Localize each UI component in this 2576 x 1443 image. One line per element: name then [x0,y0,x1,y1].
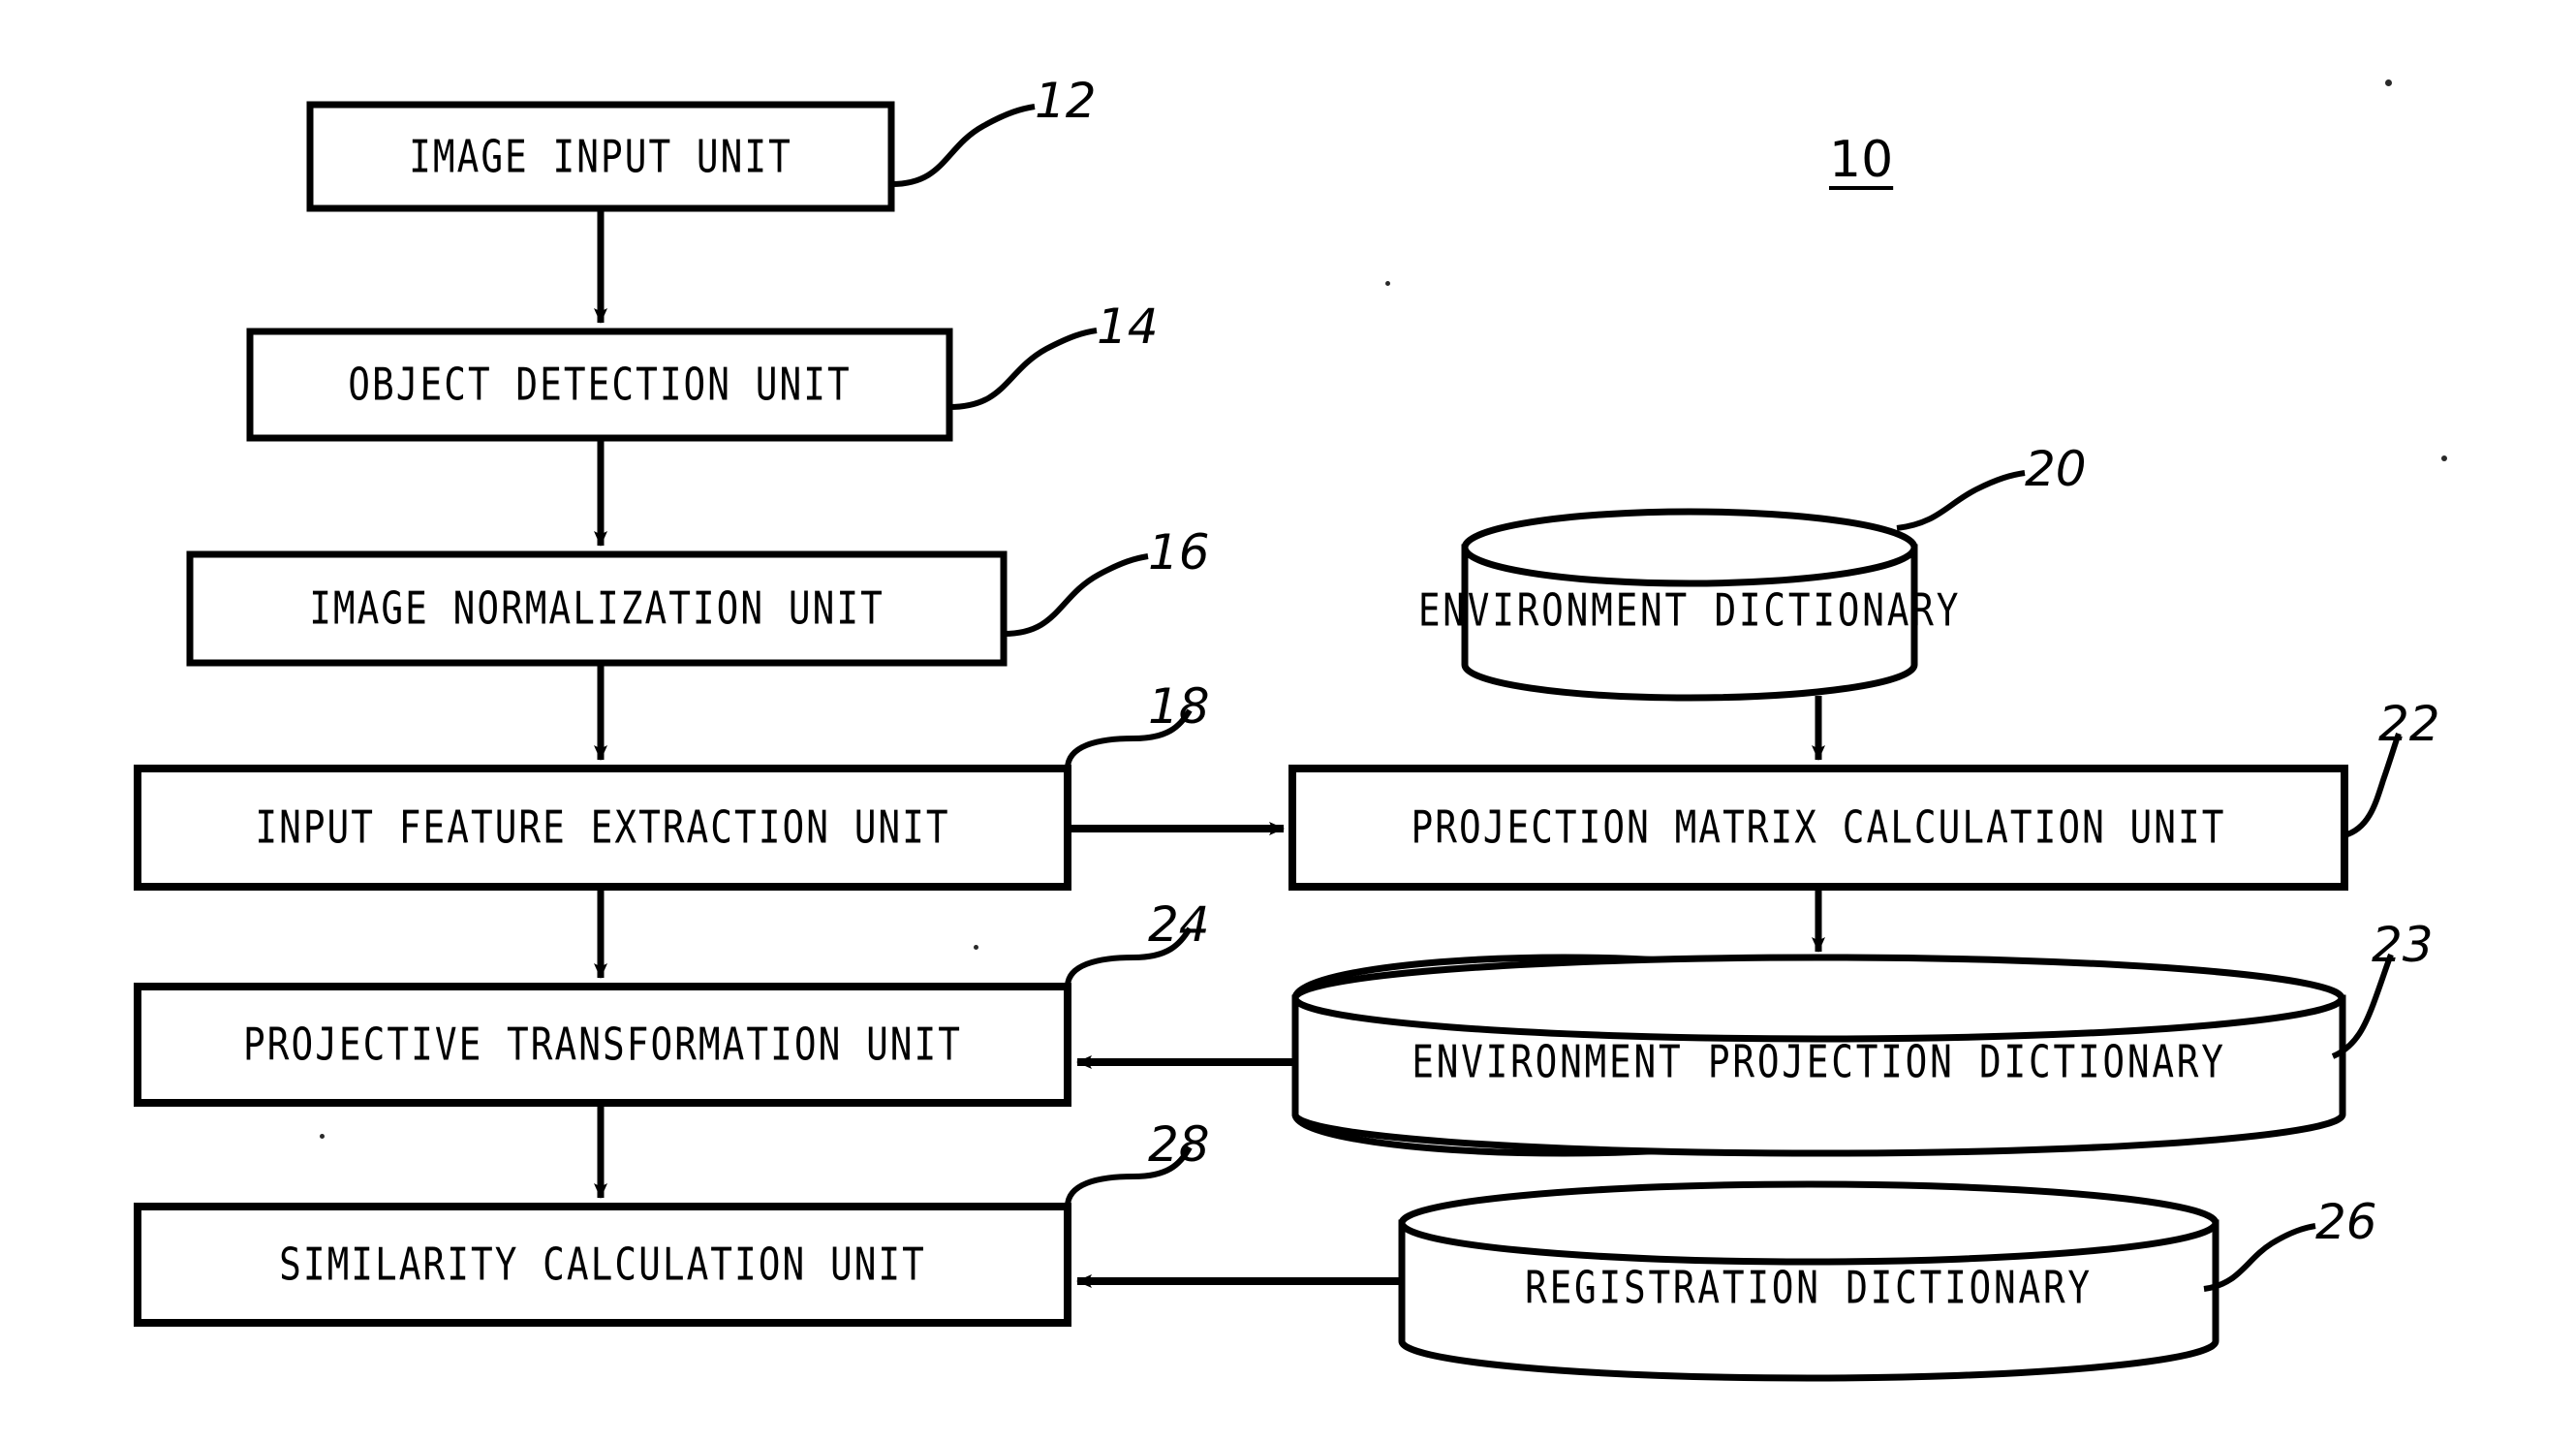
node-rect-projection-matrix-calculation-unit [1288,765,2348,891]
scan-speck [2441,455,2447,461]
node-cylinder-environment-dictionary [1461,508,1918,702]
reference-numeral-14: 14 [1097,298,1159,355]
leader-line-26 [2203,1223,2316,1292]
node-cylinder-environment-projection-dictionary [1291,954,2346,1157]
scan-speck [1385,281,1390,286]
node-rect-object-detection-unit [246,328,953,442]
scan-speck [974,945,978,950]
reference-numeral-28: 28 [1148,1116,1210,1173]
node-rect-image-normalization-unit [186,550,1008,667]
leader-line-12 [890,104,1036,187]
node-rect-projective-transformation-unit [134,983,1071,1107]
diagram-vector-layer [134,101,2402,1382]
leader-line-20 [1896,470,2026,531]
scan-speck [2385,79,2392,86]
scan-speck [320,1134,325,1139]
reference-numeral-24: 24 [1148,896,1210,953]
reference-numeral-20: 20 [2025,441,2087,497]
node-rect-input-feature-extraction-unit [134,765,1071,891]
figure-canvas: IMAGE INPUT UNIT OBJECT DETECTION UNIT I… [0,0,2576,1443]
node-rect-similarity-calculation-unit [134,1203,1071,1327]
reference-numeral-26: 26 [2315,1194,2377,1250]
node-cylinder-registration-dictionary [1398,1180,2219,1382]
leader-line-14 [948,328,1098,410]
system-reference-numeral: 10 [1829,131,1894,189]
node-rect-image-input-unit [306,101,895,212]
reference-numeral-16: 16 [1148,524,1210,580]
reference-numeral-23: 23 [2372,917,2434,973]
reference-numeral-12: 12 [1035,73,1097,129]
leader-line-16 [1003,553,1149,637]
reference-numeral-18: 18 [1148,678,1210,735]
reference-numeral-22: 22 [2378,696,2440,752]
